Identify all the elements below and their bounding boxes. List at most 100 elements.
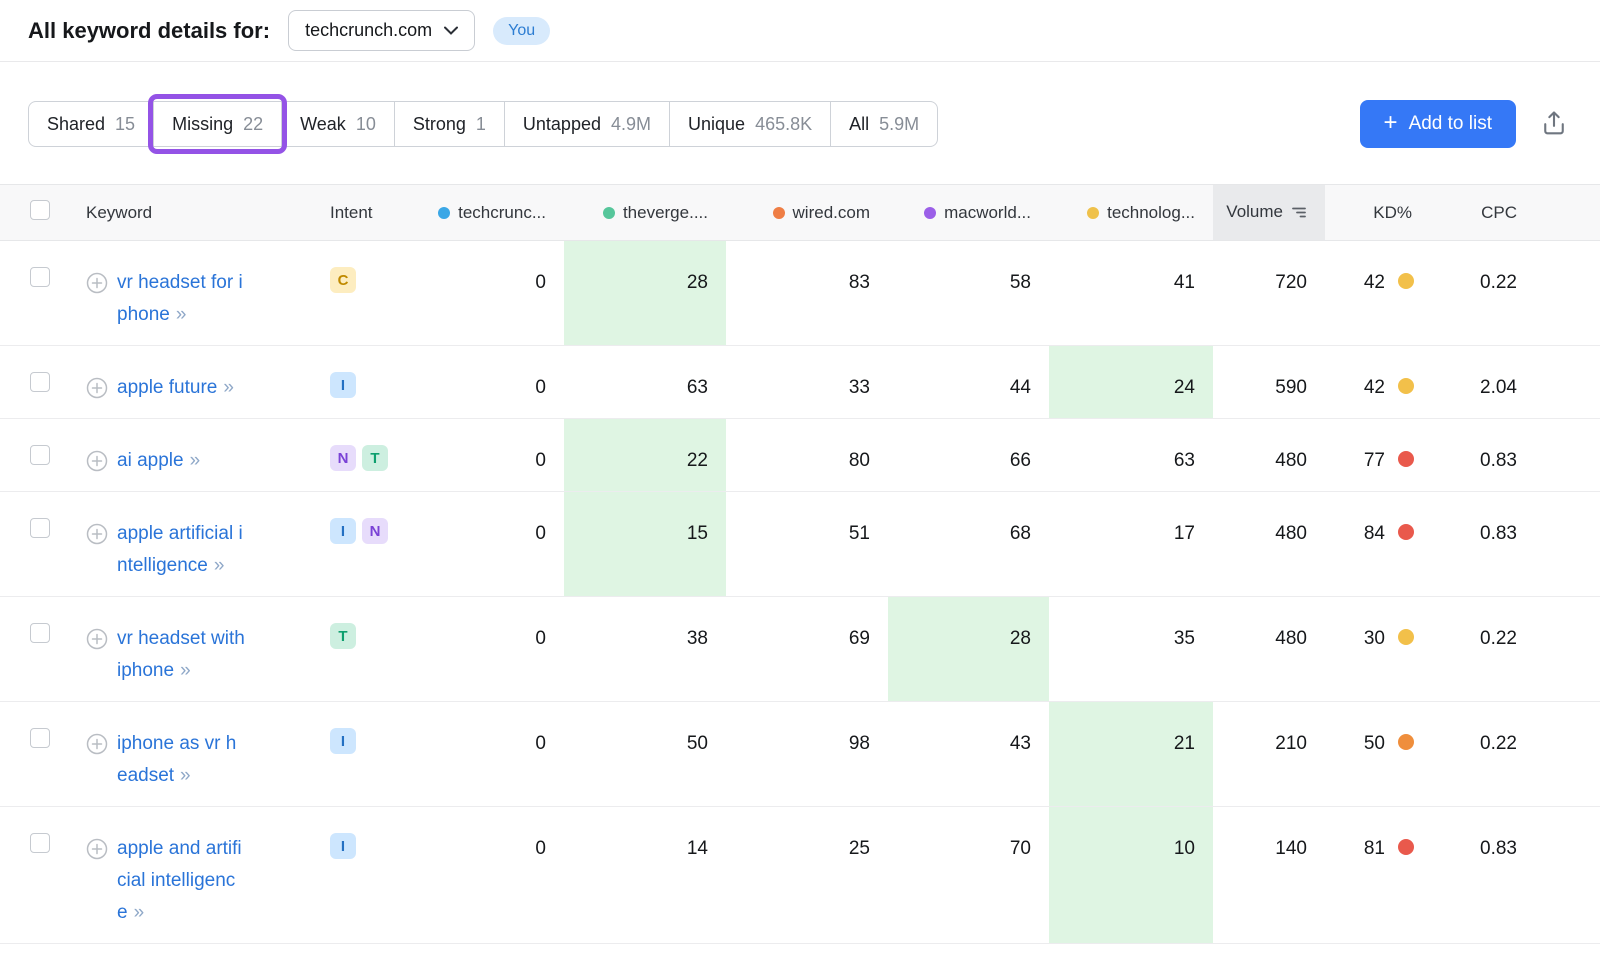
expand-plus-icon[interactable] bbox=[86, 272, 108, 294]
expand-plus-icon[interactable] bbox=[86, 838, 108, 860]
cell-techcrunch: 0 bbox=[404, 241, 564, 346]
tab-strong[interactable]: Strong 1 bbox=[394, 101, 505, 147]
tab-count: 22 bbox=[243, 114, 263, 135]
cell-technologyreview: 35 bbox=[1049, 597, 1213, 702]
row-checkbox[interactable] bbox=[30, 833, 50, 853]
column-header-wired[interactable]: wired.com bbox=[726, 185, 888, 241]
cell-volume: 140 bbox=[1213, 807, 1325, 944]
open-keyword-icon[interactable]: » bbox=[214, 555, 225, 576]
cell-volume: 720 bbox=[1213, 241, 1325, 346]
tab-label: Strong bbox=[413, 114, 466, 135]
competitor-label: wired.com bbox=[793, 203, 870, 222]
column-header-macworld[interactable]: macworld... bbox=[888, 185, 1049, 241]
cell-cpc: 0.83 bbox=[1440, 807, 1600, 944]
cell-theverge: 14 bbox=[564, 807, 726, 944]
row-checkbox[interactable] bbox=[30, 728, 50, 748]
cell-technologyreview: 41 bbox=[1049, 241, 1213, 346]
cell-wired: 69 bbox=[726, 597, 888, 702]
open-keyword-icon[interactable]: » bbox=[180, 660, 191, 681]
open-keyword-icon[interactable]: » bbox=[176, 304, 187, 325]
column-header-techcrunch[interactable]: techcrunc... bbox=[404, 185, 564, 241]
row-checkbox[interactable] bbox=[30, 267, 50, 287]
expand-plus-icon[interactable] bbox=[86, 628, 108, 650]
column-header-kd[interactable]: KD% bbox=[1325, 185, 1440, 241]
cell-kd: 84 bbox=[1325, 492, 1440, 597]
export-button[interactable] bbox=[1536, 105, 1572, 144]
open-keyword-icon[interactable]: » bbox=[190, 450, 201, 471]
open-keyword-icon[interactable]: » bbox=[134, 902, 145, 923]
cell-kd: 77 bbox=[1325, 419, 1440, 492]
tab-unique[interactable]: Unique 465.8K bbox=[669, 101, 831, 147]
row-checkbox[interactable] bbox=[30, 372, 50, 392]
tab-count: 10 bbox=[356, 114, 376, 135]
row-checkbox[interactable] bbox=[30, 445, 50, 465]
domain-selector-value: techcrunch.com bbox=[305, 20, 432, 41]
cell-theverge: 22 bbox=[564, 419, 726, 492]
add-to-list-button[interactable]: + Add to list bbox=[1360, 100, 1516, 148]
column-header-technologyreview[interactable]: technolog... bbox=[1049, 185, 1213, 241]
cell-technologyreview: 21 bbox=[1049, 702, 1213, 807]
tab-weak[interactable]: Weak 10 bbox=[281, 101, 395, 147]
add-to-list-label: Add to list bbox=[1409, 113, 1492, 135]
column-header-volume[interactable]: Volume bbox=[1213, 185, 1325, 241]
row-checkbox[interactable] bbox=[30, 623, 50, 643]
tab-label: Unique bbox=[688, 114, 745, 135]
cell-technologyreview: 10 bbox=[1049, 807, 1213, 944]
column-header-theverge[interactable]: theverge.... bbox=[564, 185, 726, 241]
tab-all[interactable]: All 5.9M bbox=[830, 101, 938, 147]
cell-cpc: 2.04 bbox=[1440, 346, 1600, 419]
row-checkbox[interactable] bbox=[30, 518, 50, 538]
column-header-cpc[interactable]: CPC bbox=[1440, 185, 1600, 241]
select-all-checkbox[interactable] bbox=[30, 200, 50, 220]
column-header-intent: Intent bbox=[316, 185, 404, 241]
kd-value: 77 bbox=[1364, 450, 1385, 471]
kd-value: 50 bbox=[1364, 733, 1385, 754]
table-row: vr headset with iphone» T 0 38 69 28 35 … bbox=[0, 597, 1600, 702]
cell-wired: 33 bbox=[726, 346, 888, 419]
tab-untapped[interactable]: Untapped 4.9M bbox=[504, 101, 670, 147]
tab-shared[interactable]: Shared 15 bbox=[28, 101, 154, 147]
cell-macworld: 58 bbox=[888, 241, 1049, 346]
kd-value: 84 bbox=[1364, 523, 1385, 544]
tab-missing[interactable]: Missing 22 bbox=[153, 101, 282, 147]
cell-techcrunch: 0 bbox=[404, 419, 564, 492]
cell-techcrunch: 0 bbox=[404, 597, 564, 702]
kd-value: 30 bbox=[1364, 628, 1385, 649]
table-row: iphone as vr headset» I 0 50 98 43 21 21… bbox=[0, 702, 1600, 807]
macworld-dot-icon bbox=[924, 207, 936, 219]
cell-wired: 80 bbox=[726, 419, 888, 492]
expand-plus-icon[interactable] bbox=[86, 523, 108, 545]
cell-kd: 30 bbox=[1325, 597, 1440, 702]
cell-macworld: 68 bbox=[888, 492, 1049, 597]
open-keyword-icon[interactable]: » bbox=[180, 765, 191, 786]
keyword-link[interactable]: apple future bbox=[117, 377, 217, 398]
cell-techcrunch: 0 bbox=[404, 807, 564, 944]
keyword-link[interactable]: ai apple bbox=[117, 450, 184, 471]
cell-kd: 81 bbox=[1325, 807, 1440, 944]
sort-descending-icon bbox=[1291, 204, 1307, 223]
intent-badge-informational: I bbox=[330, 728, 356, 754]
cell-wired: 25 bbox=[726, 807, 888, 944]
tab-label: Untapped bbox=[523, 114, 601, 135]
intent-badge-informational: I bbox=[330, 372, 356, 398]
table-row: apple future» I 0 63 33 44 24 590 42 2.0… bbox=[0, 346, 1600, 419]
expand-plus-icon[interactable] bbox=[86, 450, 108, 472]
cell-macworld: 44 bbox=[888, 346, 1049, 419]
tab-count: 4.9M bbox=[611, 114, 651, 135]
competitor-label: techcrunc... bbox=[458, 203, 546, 222]
expand-plus-icon[interactable] bbox=[86, 733, 108, 755]
cell-kd: 42 bbox=[1325, 346, 1440, 419]
cell-techcrunch: 0 bbox=[404, 346, 564, 419]
cell-theverge: 38 bbox=[564, 597, 726, 702]
open-keyword-icon[interactable]: » bbox=[223, 377, 234, 398]
keyword-table: Keyword Intent techcrunc... theverge....… bbox=[0, 184, 1600, 944]
keyword-link[interactable]: iphone as vr headset bbox=[117, 733, 236, 786]
export-icon bbox=[1540, 125, 1568, 140]
kd-value: 42 bbox=[1364, 272, 1385, 293]
kd-difficulty-dot bbox=[1398, 734, 1414, 750]
expand-plus-icon[interactable] bbox=[86, 377, 108, 399]
cell-macworld: 66 bbox=[888, 419, 1049, 492]
domain-selector[interactable]: techcrunch.com bbox=[288, 10, 475, 51]
cell-wired: 83 bbox=[726, 241, 888, 346]
plus-icon: + bbox=[1384, 111, 1398, 135]
